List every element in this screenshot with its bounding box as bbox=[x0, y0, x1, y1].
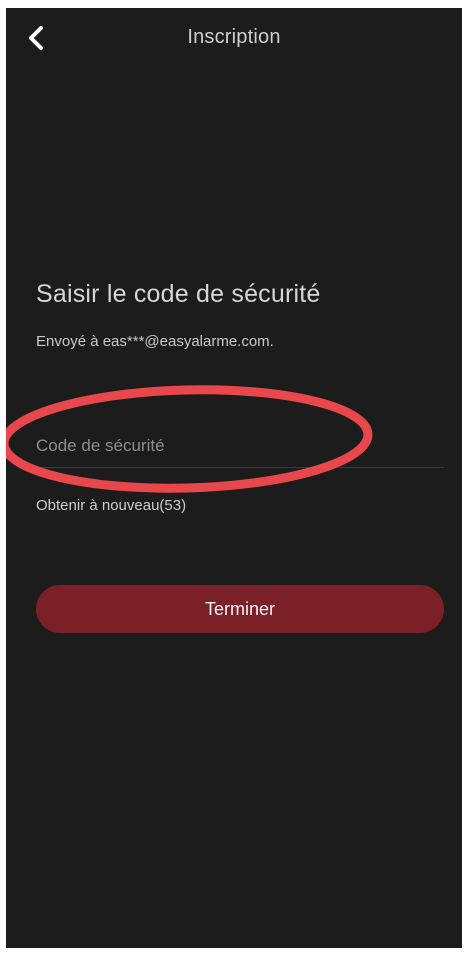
page-title: Inscription bbox=[187, 26, 281, 48]
header: Inscription bbox=[6, 8, 462, 68]
security-code-heading: Saisir le code de sécurité bbox=[36, 280, 321, 308]
finish-button[interactable]: Terminer bbox=[36, 585, 444, 633]
app-screen: Inscription Saisir le code de sécurité E… bbox=[6, 8, 462, 948]
sent-to-email-text: Envoyé à eas***@easyalarme.com. bbox=[36, 333, 274, 350]
resend-code-link[interactable]: Obtenir à nouveau(53) bbox=[36, 497, 186, 514]
red-highlight-ellipse bbox=[6, 385, 373, 493]
security-code-field bbox=[36, 426, 444, 468]
security-code-input[interactable] bbox=[36, 426, 444, 466]
